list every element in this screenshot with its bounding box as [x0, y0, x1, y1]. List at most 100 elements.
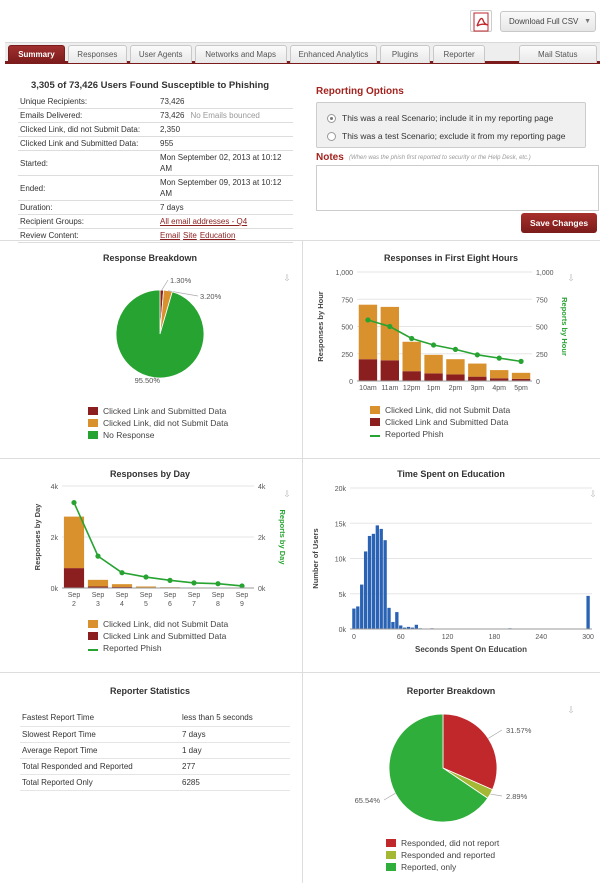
bounce-note: No Emails bounced: [190, 111, 260, 120]
y-right-axis-title: Reports by Day: [278, 509, 287, 565]
table-row: Ended: Mon September 09, 2013 at 10:12 AM: [18, 175, 293, 201]
bar-not-submitted: [63, 516, 85, 569]
reported-point: [518, 358, 524, 364]
legend-item[interactable]: Responded and reported: [386, 849, 499, 861]
summary-table: Unique Recipients: 73,426 Emails Delivere…: [18, 95, 293, 243]
bar-not-submitted: [111, 584, 133, 587]
table-row: Emails Delivered: 73,426 No Emails bounced: [18, 108, 293, 123]
x-tick-label: 300: [582, 634, 594, 641]
histogram-bar: [363, 551, 368, 629]
chevron-down-icon[interactable]: ▼: [584, 18, 591, 25]
divider: [0, 240, 600, 241]
pdf-icon[interactable]: [470, 10, 492, 32]
legend-item[interactable]: Clicked Link and Submitted Data: [88, 405, 228, 417]
legend-item[interactable]: No Response: [88, 429, 228, 441]
x-tick-label: 60: [397, 634, 405, 641]
test-scenario-option[interactable]: This was a test Scenario; exclude it fro…: [327, 127, 575, 145]
review-email-link[interactable]: Email: [160, 231, 180, 240]
test-scenario-label: This was a test Scenario; exclude it fro…: [342, 131, 566, 141]
table-row: Fastest Report Time less than 5 seconds: [20, 710, 290, 727]
histogram-bar: [367, 535, 372, 629]
review-site-link[interactable]: Site: [183, 231, 197, 240]
row-key: Duration:: [18, 200, 158, 215]
tab-networks-and-maps[interactable]: Networks and Maps: [194, 45, 287, 63]
tab-responses[interactable]: Responses: [67, 45, 127, 63]
legend-item[interactable]: Clicked Link and Submitted Data: [370, 416, 510, 428]
row-key: Ended:: [18, 175, 158, 201]
reporter-breakdown-pie: 31.57% 2.89% 65.54%: [355, 713, 532, 823]
test-scenario-radio[interactable]: [327, 131, 336, 141]
x-tick-label: 9: [240, 601, 244, 608]
x-tick-label: Sep: [212, 592, 225, 599]
real-scenario-radio[interactable]: [327, 113, 336, 123]
download-csv-button[interactable]: Download Full CSV ▼: [500, 11, 596, 32]
y-tick-label: 4k: [51, 484, 59, 491]
x-tick-label: 8: [216, 601, 220, 608]
table-row: Recipient Groups: All email addresses - Q…: [18, 214, 293, 229]
x-tick-label: Sep: [140, 592, 153, 599]
real-scenario-option[interactable]: This was a real Scenario; include it in …: [327, 109, 575, 127]
save-changes-button[interactable]: Save Changes: [521, 213, 597, 233]
tab-enhanced-analytics[interactable]: Enhanced Analytics: [289, 45, 378, 63]
bar-submitted: [468, 376, 487, 381]
legend-item[interactable]: Clicked Link, did not Submit Data: [88, 618, 228, 630]
y-tick-label: 0k: [51, 586, 59, 593]
tab-user-agents[interactable]: User Agents: [129, 45, 192, 63]
legend-item[interactable]: Reported Phish: [88, 642, 228, 654]
pie-label-connector: [490, 793, 503, 797]
legend-swatch: [88, 419, 98, 427]
legend-item[interactable]: Clicked Link, did not Submit Data: [88, 417, 228, 429]
histogram-bar: [352, 608, 356, 629]
y-tick-label: 0k: [339, 627, 347, 634]
reported-point: [191, 580, 197, 586]
y-right-tick-label: 500: [536, 325, 548, 332]
histogram-bar: [379, 528, 383, 629]
row-value: Mon September 02, 2013 at 10:12 AM: [158, 150, 293, 176]
tab-reporter[interactable]: Reporter: [433, 45, 486, 63]
bar-not-submitted: [402, 341, 421, 372]
histogram-bar: [375, 525, 379, 629]
histogram-bar: [395, 612, 399, 629]
y-right-tick-label: 0: [536, 379, 540, 386]
reporting-options-box: This was a real Scenario; include it in …: [316, 102, 586, 148]
reported-point: [387, 323, 393, 330]
x-tick-label: 12pm: [403, 385, 421, 392]
legend-label: Reported, only: [401, 862, 457, 872]
notes-textarea[interactable]: [316, 165, 599, 211]
legend-item[interactable]: Reported, only: [386, 861, 499, 873]
legend-swatch: [370, 406, 380, 414]
bar-submitted: [63, 568, 85, 588]
x-tick-label: Sep: [116, 592, 129, 599]
legend-item[interactable]: Clicked Link, did not Submit Data: [370, 404, 510, 416]
recipient-group-link[interactable]: All email addresses - Q4: [160, 217, 247, 226]
responses-by-day-legend: Clicked Link, did not Submit Data Clicke…: [88, 618, 228, 654]
histogram-bar: [387, 607, 391, 629]
histogram-bar: [391, 621, 395, 629]
reported-point: [167, 577, 173, 583]
tab-plugins[interactable]: Plugins: [380, 45, 431, 63]
bar-submitted: [402, 371, 421, 381]
legend-item[interactable]: Clicked Link and Submitted Data: [88, 630, 228, 642]
legend-item[interactable]: Responded, did not report: [386, 837, 499, 849]
review-education-link[interactable]: Education: [200, 231, 236, 240]
reported-point: [71, 499, 77, 506]
tab-mail-status[interactable]: Mail Status: [518, 45, 597, 63]
pie-value-label: 65.54%: [355, 796, 381, 805]
legend-label: Reported Phish: [385, 429, 444, 439]
stat-value: less than 5 seconds: [180, 710, 290, 727]
stat-value: 1 day: [180, 742, 290, 759]
bar-submitted: [358, 359, 378, 381]
bar-not-submitted: [446, 359, 465, 375]
legend-item[interactable]: Reported Phish: [370, 428, 510, 440]
divider: [0, 458, 600, 459]
x-tick-label: 4: [120, 601, 124, 608]
bar-not-submitted: [511, 372, 531, 379]
x-tick-label: Sep: [188, 592, 201, 599]
legend-swatch: [88, 632, 98, 640]
table-row: Duration: 7 days: [18, 200, 293, 215]
tab-summary[interactable]: Summary: [8, 45, 65, 63]
responses-by-day-chart: 0k 0k 2k 2k 4k 4k Sep 2 Sep 3 Sep 4 Sep 5 Sep 6 Sep 7 Sep 8…: [33, 484, 287, 608]
x-tick-label: 5: [144, 601, 148, 608]
y-tick-label: 2k: [51, 535, 59, 542]
row-key: Started:: [18, 150, 158, 176]
